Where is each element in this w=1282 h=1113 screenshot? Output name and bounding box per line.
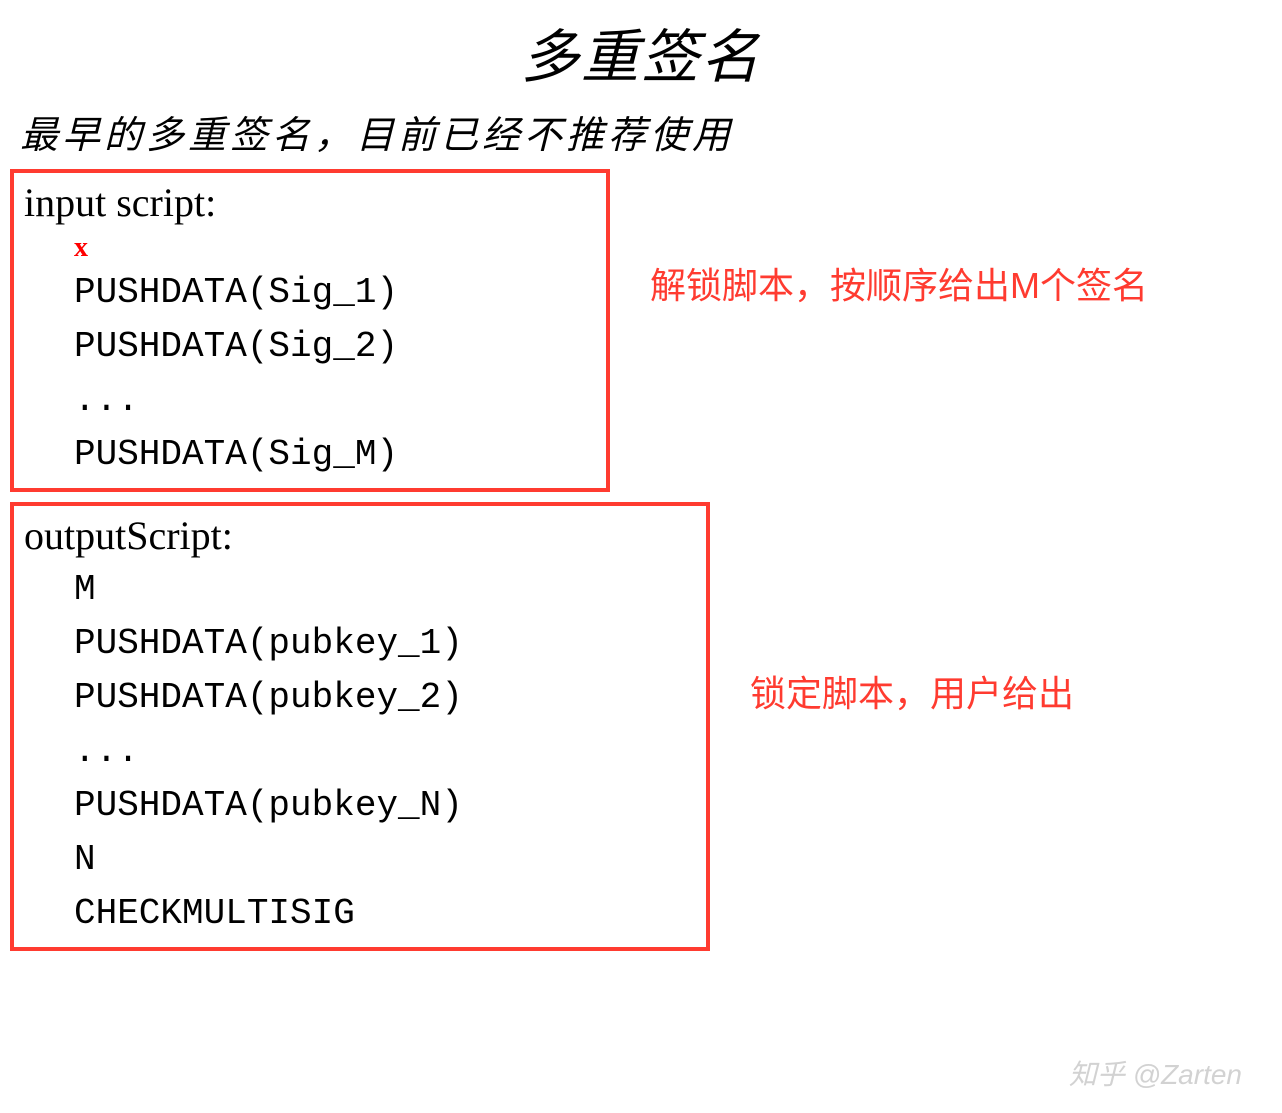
input-line-2: PUSHDATA(Sig_2) (74, 320, 596, 374)
input-script-box: input script: x PUSHDATA(Sig_1) PUSHDATA… (10, 169, 610, 492)
x-marker: x (74, 230, 596, 266)
input-line-1: PUSHDATA(Sig_1) (74, 266, 596, 320)
output-script-row: outputScript: M PUSHDATA(pubkey_1) PUSHD… (10, 502, 1272, 951)
output-line-3: PUSHDATA(pubkey_2) (74, 671, 696, 725)
input-line-3: ... (74, 374, 596, 428)
page-subtitle: 最早的多重签名，目前已经不推荐使用 (20, 104, 1272, 159)
output-script-box: outputScript: M PUSHDATA(pubkey_1) PUSHD… (10, 502, 710, 951)
input-script-row: input script: x PUSHDATA(Sig_1) PUSHDATA… (10, 169, 1272, 492)
output-script-header: outputScript: (24, 512, 696, 559)
output-line-1: M (74, 563, 696, 617)
input-annotation: 解锁脚本，按顺序给出M个签名 (650, 259, 1170, 313)
output-annotation: 锁定脚本，用户给出 (750, 667, 1270, 721)
output-line-2: PUSHDATA(pubkey_1) (74, 617, 696, 671)
input-script-header: input script: (24, 179, 596, 226)
watermark: 知乎 @Zarten (1069, 1053, 1242, 1093)
page-title: 多重签名 (10, 10, 1272, 94)
output-line-6: N (74, 833, 696, 887)
output-line-4: ... (74, 725, 696, 779)
input-line-4: PUSHDATA(Sig_M) (74, 428, 596, 482)
output-line-7: CHECKMULTISIG (74, 887, 696, 941)
output-line-5: PUSHDATA(pubkey_N) (74, 779, 696, 833)
